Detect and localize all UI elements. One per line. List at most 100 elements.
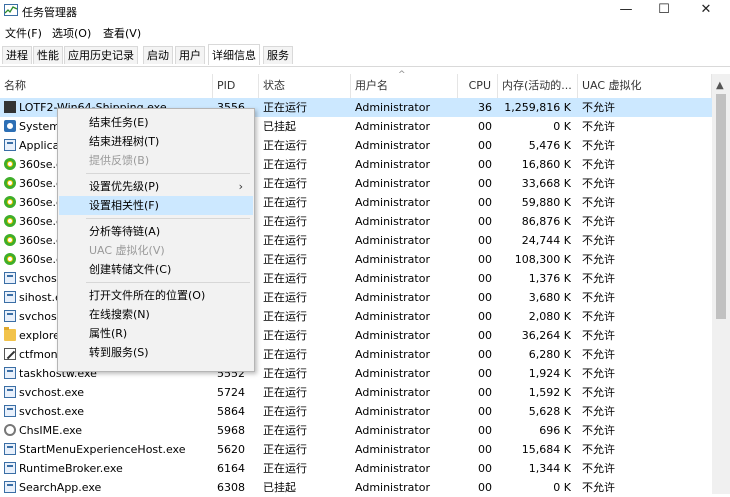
memory-cell: 1,344 K xyxy=(528,462,571,475)
status-cell: 正在运行 xyxy=(263,234,307,247)
username-cell: Administrator xyxy=(355,310,430,323)
menu-options[interactable]: 选项(O) xyxy=(52,25,91,41)
status-cell: 正在运行 xyxy=(263,348,307,361)
tab-services[interactable]: 服务 xyxy=(263,46,293,64)
username-cell: Administrator xyxy=(355,215,430,228)
context-menu-item[interactable]: 分析等待链(A) xyxy=(59,222,253,241)
memory-cell: 6,280 K xyxy=(528,348,571,361)
window-icon xyxy=(4,139,16,151)
tab-app-history[interactable]: 应用历史记录 xyxy=(64,46,138,64)
context-menu-item[interactable]: 创建转储文件(C) xyxy=(59,260,253,279)
username-cell: Administrator xyxy=(355,177,430,190)
cpu-cell: 00 xyxy=(478,367,492,380)
column-username[interactable]: 用户名 xyxy=(351,74,458,98)
window-icon xyxy=(4,272,16,284)
tab-details[interactable]: 详细信息 xyxy=(208,44,260,65)
uac-cell: 不允许 xyxy=(582,481,615,494)
context-menu-item-label: 创建转储文件(C) xyxy=(89,263,172,276)
uac-cell: 不允许 xyxy=(582,139,615,152)
window-icon xyxy=(4,367,16,379)
vertical-scrollbar[interactable]: ▲ xyxy=(712,74,730,494)
table-row[interactable]: svchost.exe 5724 正在运行 Administrator 00 1,592 … xyxy=(0,383,712,402)
column-name[interactable]: 名称 xyxy=(0,74,213,98)
status-cell: 正在运行 xyxy=(263,139,307,152)
context-menu-item[interactable]: 设置相关性(F) xyxy=(59,196,253,215)
cpu-cell: 00 xyxy=(478,329,492,342)
process-name-cell: ChsIME.exe xyxy=(19,424,83,437)
tab-processes[interactable]: 进程 xyxy=(2,46,32,64)
context-menu-item-label: 打开文件所在的位置(O) xyxy=(89,289,206,302)
status-cell: 正在运行 xyxy=(263,253,307,266)
username-cell: Administrator xyxy=(355,348,430,361)
cpu-cell: 00 xyxy=(478,253,492,266)
window-icon xyxy=(4,481,16,493)
scroll-up-arrow-icon[interactable]: ▲ xyxy=(716,80,724,91)
360-browser-icon xyxy=(4,177,16,189)
context-menu-item[interactable]: 结束任务(E) xyxy=(59,113,253,132)
uac-cell: 不允许 xyxy=(582,177,615,190)
window-title: 任务管理器 xyxy=(22,6,77,19)
maximize-button[interactable]: ☐ xyxy=(642,0,686,20)
table-row[interactable]: ChsIME.exe 5968 正在运行 Administrator 00 696 K 不允… xyxy=(0,421,712,440)
cpu-cell: 36 xyxy=(478,101,492,114)
uac-cell: 不允许 xyxy=(582,120,615,133)
column-pid[interactable]: PID xyxy=(213,74,259,98)
username-cell: Administrator xyxy=(355,158,430,171)
column-status[interactable]: 状态 xyxy=(259,74,351,98)
table-row[interactable]: RuntimeBroker.exe 6164 正在运行 Administrator 00… xyxy=(0,459,712,478)
context-menu-item[interactable]: 设置优先级(P) › xyxy=(59,177,253,196)
uac-cell: 不允许 xyxy=(582,101,615,114)
menu-view[interactable]: 查看(V) xyxy=(103,25,141,41)
tab-startup[interactable]: 启动 xyxy=(143,46,173,64)
process-name-cell: StartMenuExperienceHost.exe xyxy=(19,443,186,456)
status-cell: 已挂起 xyxy=(263,481,296,494)
context-menu-item[interactable]: 转到服务(S) xyxy=(59,343,253,362)
memory-cell: 16,860 K xyxy=(521,158,571,171)
pen-icon xyxy=(4,348,16,360)
submenu-arrow-icon: › xyxy=(238,180,243,193)
cpu-cell: 00 xyxy=(478,462,492,475)
process-name-cell: svchost.exe xyxy=(19,386,85,399)
table-row[interactable]: StartMenuExperienceHost.exe 5620 正在运行 Admin… xyxy=(0,440,712,459)
menu-file[interactable]: 文件(F) xyxy=(5,25,42,41)
status-cell: 正在运行 xyxy=(263,424,307,437)
username-cell: Administrator xyxy=(355,272,430,285)
username-cell: Administrator xyxy=(355,462,430,475)
memory-cell: 5,476 K xyxy=(528,139,571,152)
context-menu-item[interactable]: 属性(R) xyxy=(59,324,253,343)
column-cpu[interactable]: CPU xyxy=(458,74,498,98)
cpu-cell: 00 xyxy=(478,405,492,418)
ime-icon xyxy=(4,424,16,436)
close-button[interactable]: ✕ xyxy=(684,0,728,20)
context-menu-item: UAC 虚拟化(V) xyxy=(59,241,253,260)
table-row[interactable]: svchost.exe 5864 正在运行 Administrator 00 5,628 … xyxy=(0,402,712,421)
process-name-cell: SearchApp.exe xyxy=(19,481,102,494)
column-memory[interactable]: 内存(活动的... xyxy=(498,74,578,98)
context-menu-item[interactable]: 打开文件所在的位置(O) xyxy=(59,286,253,305)
window-icon xyxy=(4,443,16,455)
cpu-cell: 00 xyxy=(478,215,492,228)
tab-users[interactable]: 用户 xyxy=(175,46,205,64)
status-cell: 正在运行 xyxy=(263,367,307,380)
360-browser-icon xyxy=(4,215,16,227)
tab-performance[interactable]: 性能 xyxy=(33,46,63,64)
process-name-cell: RuntimeBroker.exe xyxy=(19,462,123,475)
scrollbar-thumb[interactable] xyxy=(716,94,726,319)
table-row[interactable]: SearchApp.exe 6308 已挂起 Administrator 00 0 K 不允… xyxy=(0,478,712,497)
username-cell: Administrator xyxy=(355,253,430,266)
memory-cell: 696 K xyxy=(539,424,571,437)
username-cell: Administrator xyxy=(355,424,430,437)
cpu-cell: 00 xyxy=(478,481,492,494)
context-menu-item[interactable]: 结束进程树(T) xyxy=(59,132,253,151)
context-menu-item-label: 设置优先级(P) xyxy=(89,180,160,193)
column-uac[interactable]: UAC 虚拟化 xyxy=(578,74,712,98)
tab-strip: 进程 性能 应用历史记录 启动 用户 详细信息 服务 xyxy=(0,44,730,67)
cpu-cell: 00 xyxy=(478,348,492,361)
cpu-cell: 00 xyxy=(478,139,492,152)
context-menu-item[interactable]: 在线搜索(N) xyxy=(59,305,253,324)
cpu-cell: 00 xyxy=(478,120,492,133)
uac-cell: 不允许 xyxy=(582,329,615,342)
memory-cell: 2,080 K xyxy=(528,310,571,323)
uac-cell: 不允许 xyxy=(582,310,615,323)
360-browser-icon xyxy=(4,234,16,246)
